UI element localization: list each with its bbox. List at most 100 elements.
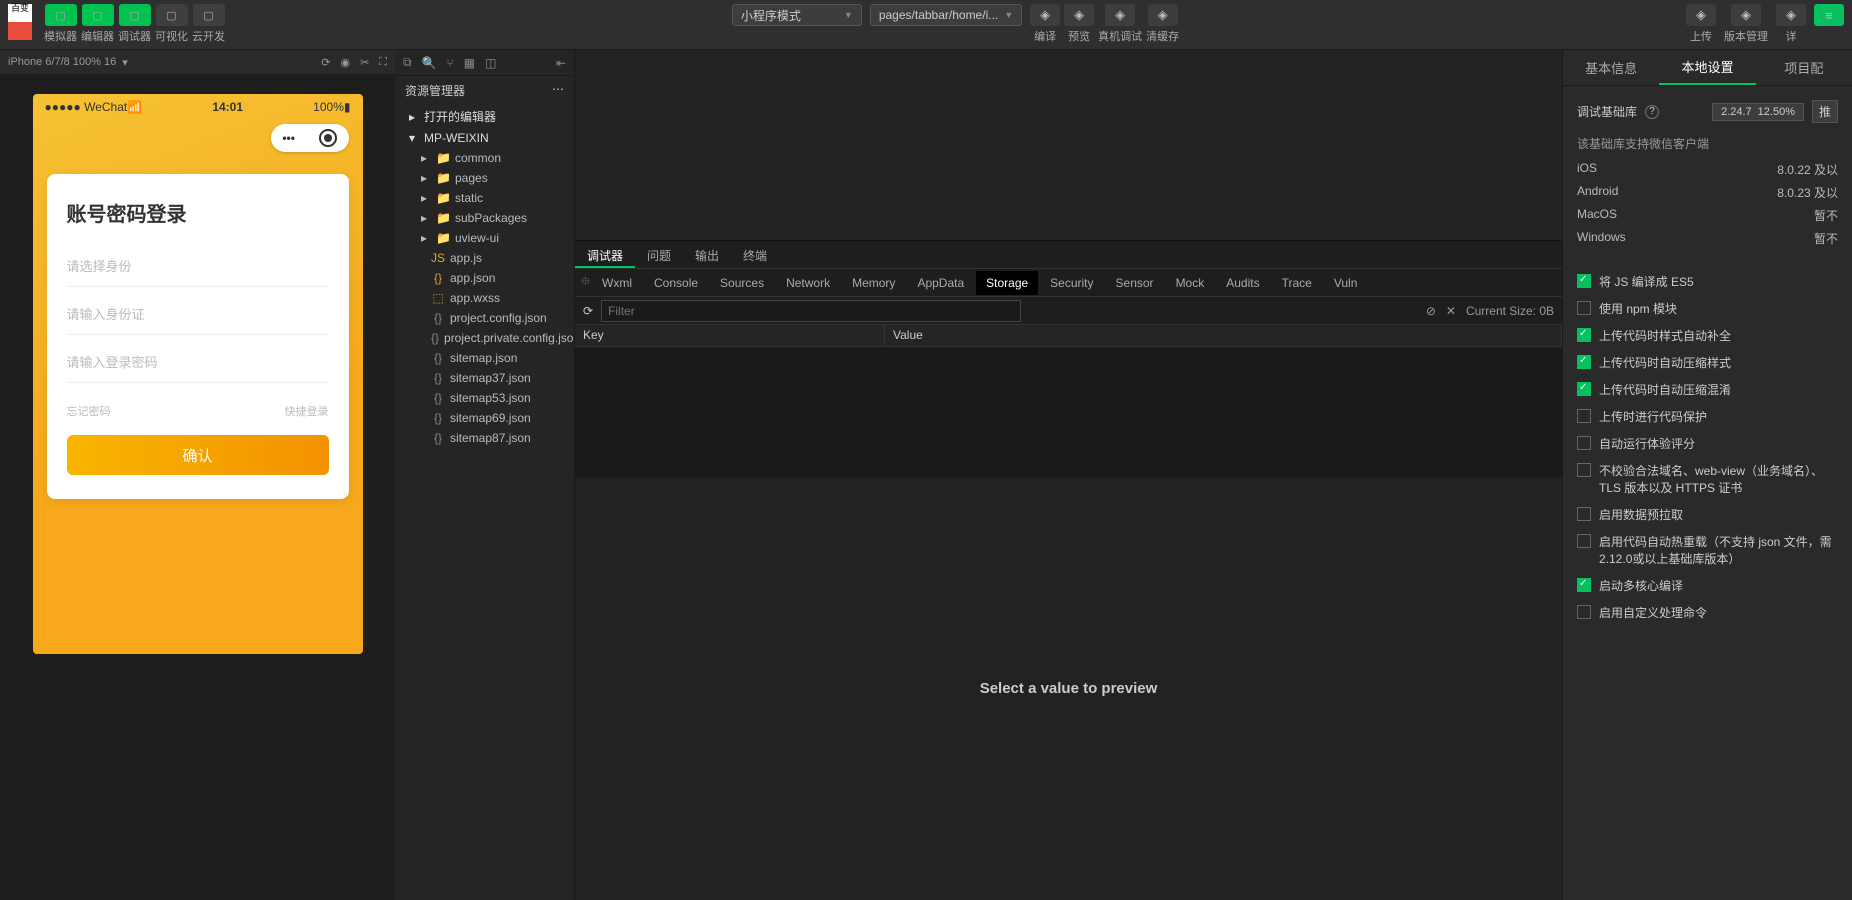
setting-checkbox-row[interactable]: 上传时进行代码保护 (1577, 403, 1838, 430)
devtools-tab-Memory[interactable]: Memory (842, 271, 905, 295)
setting-checkbox-row[interactable]: 上传代码时自动压缩混淆 (1577, 376, 1838, 403)
block-icon[interactable]: ⊘ (1426, 304, 1436, 318)
toolbar-真机调试-button[interactable]: ◈ 真机调试 (1098, 4, 1142, 44)
collapse-icon[interactable]: ⇤ (556, 56, 566, 70)
layout-icon[interactable]: ◫ (485, 56, 496, 70)
setting-checkbox-row[interactable]: 将 JS 编译成 ES5 (1577, 268, 1838, 295)
code-editor[interactable] (575, 50, 1562, 240)
toolbar-版本管理-button[interactable]: ◈ 版本管理 (1724, 4, 1768, 44)
debugger-tab-输出[interactable]: 输出 (683, 241, 731, 268)
debugger-tab-终端[interactable]: 终端 (731, 241, 779, 268)
settings-tab-基本信息[interactable]: 基本信息 (1563, 50, 1659, 85)
files-icon[interactable]: ⧉ (403, 55, 412, 70)
devtools-tab-Console[interactable]: Console (644, 271, 708, 295)
tree-file[interactable]: {}sitemap87.json (395, 428, 574, 448)
push-button[interactable]: 推 (1812, 100, 1838, 123)
cut-icon[interactable]: ✂ (360, 56, 369, 69)
value-header[interactable]: Value (885, 325, 1562, 346)
toolbar-上传-button[interactable]: ◈ 上传 (1686, 4, 1716, 44)
tree-section[interactable]: ▸打开的编辑器 (395, 105, 574, 128)
expand-icon[interactable]: ⛶ (379, 56, 387, 69)
tree-folder[interactable]: ▸📁subPackages (395, 208, 574, 228)
search-icon[interactable]: 🔍 (422, 56, 437, 70)
tree-file[interactable]: {}sitemap69.json (395, 408, 574, 428)
quick-login-link[interactable]: 快捷登录 (285, 403, 329, 419)
forgot-password-link[interactable]: 忘记密码 (67, 403, 111, 419)
wifi-icon: 📶 (127, 100, 142, 114)
toolbar-编译-button[interactable]: ◈ 编译 (1030, 4, 1060, 44)
setting-checkbox-row[interactable]: 上传代码时样式自动补全 (1577, 322, 1838, 349)
tree-file[interactable]: {}project.private.config.json (395, 328, 574, 348)
setting-checkbox-row[interactable]: 启动多核心编译 (1577, 572, 1838, 599)
storage-table-body[interactable] (575, 347, 1562, 477)
toolbar-清缓存-button[interactable]: ◈ 清缓存 (1146, 4, 1179, 44)
inspect-icon[interactable]: ⯐ (581, 272, 590, 293)
toolbar-模拟器-button[interactable]: ▢ 模拟器 (44, 4, 77, 44)
tree-file[interactable]: {}sitemap53.json (395, 388, 574, 408)
settings-tab-项目配[interactable]: 项目配 (1756, 50, 1852, 85)
devtools-tab-Sensor[interactable]: Sensor (1106, 271, 1164, 295)
devtools-tab-Sources[interactable]: Sources (710, 271, 774, 295)
toolbar-详-button[interactable]: ◈ 详 (1776, 4, 1806, 44)
debugger-tab-问题[interactable]: 问题 (635, 241, 683, 268)
tree-folder[interactable]: ▸📁uview-ui (395, 228, 574, 248)
toolbar-云开发-button[interactable]: ▢ 云开发 (192, 4, 225, 44)
password-input[interactable] (67, 343, 329, 383)
grid-icon[interactable]: ▦ (464, 56, 475, 70)
tree-file[interactable]: {}project.config.json (395, 308, 574, 328)
setting-checkbox-row[interactable]: 启用数据预拉取 (1577, 501, 1838, 528)
tree-section[interactable]: ▾MP-WEIXIN (395, 128, 574, 148)
tree-file[interactable]: JSapp.js (395, 248, 574, 268)
key-header[interactable]: Key (575, 325, 885, 346)
toolbar-调试器-button[interactable]: ▢ 调试器 (118, 4, 151, 44)
path-dropdown[interactable]: pages/tabbar/home/i...▼ (870, 4, 1022, 26)
device-selector[interactable]: iPhone 6/7/8 100% 16 (8, 56, 116, 68)
devtools-tab-Trace[interactable]: Trace (1272, 271, 1322, 295)
toolbar-预览-button[interactable]: ◈ 预览 (1064, 4, 1094, 44)
debug-lib-version-selector[interactable]: 2.24.712.50% (1712, 103, 1804, 121)
idcard-input[interactable] (67, 295, 329, 335)
tree-file[interactable]: ⬚app.wxss (395, 288, 574, 308)
identity-input[interactable] (67, 247, 329, 287)
battery-icon: ▮ (344, 100, 351, 114)
checkbox-icon (1577, 578, 1591, 592)
submit-button[interactable]: 确认 (67, 435, 329, 475)
setting-checkbox-row[interactable]: 启用代码自动热重载（不支持 json 文件，需 2.12.0或以上基础库版本） (1577, 528, 1838, 572)
tree-file[interactable]: {}sitemap.json (395, 348, 574, 368)
devtools-tab-Wxml[interactable]: Wxml (592, 271, 642, 295)
setting-checkbox-row[interactable]: 使用 npm 模块 (1577, 295, 1838, 322)
tree-folder[interactable]: ▸📁static (395, 188, 574, 208)
tree-folder[interactable]: ▸📁common (395, 148, 574, 168)
tree-file[interactable]: {}sitemap37.json (395, 368, 574, 388)
toolbar-可视化-button[interactable]: ▢ 可视化 (155, 4, 188, 44)
setting-checkbox-row[interactable]: 上传代码时自动压缩样式 (1577, 349, 1838, 376)
setting-checkbox-row[interactable]: 启用自定义处理命令 (1577, 599, 1838, 626)
setting-checkbox-row[interactable]: 不校验合法域名、web-view（业务域名）、TLS 版本以及 HTTPS 证书 (1577, 457, 1838, 501)
devtools-tab-Audits[interactable]: Audits (1216, 271, 1269, 295)
refresh-icon[interactable]: ⟳ (583, 304, 593, 318)
menu-button[interactable]: ≡ (1814, 4, 1844, 26)
devtools-tab-AppData[interactable]: AppData (907, 271, 974, 295)
settings-tab-本地设置[interactable]: 本地设置 (1659, 50, 1755, 85)
eye-icon: ◈ (1064, 4, 1094, 26)
storage-filter-input[interactable] (601, 300, 1021, 322)
devtools-tab-Network[interactable]: Network (776, 271, 840, 295)
tree-folder[interactable]: ▸📁pages (395, 168, 574, 188)
help-icon[interactable]: ? (1645, 105, 1659, 119)
devtools-tab-Mock[interactable]: Mock (1166, 271, 1215, 295)
branch-icon[interactable]: ⑂ (447, 56, 454, 70)
close-icon[interactable]: ✕ (1446, 304, 1456, 318)
toolbar-编辑器-button[interactable]: ▢ 编辑器 (81, 4, 114, 44)
tree-file[interactable]: {}app.json (395, 268, 574, 288)
mode-dropdown[interactable]: 小程序模式▼ (732, 4, 862, 26)
capsule-button[interactable]: ••• (271, 124, 349, 152)
debugger-tab-调试器[interactable]: 调试器 (575, 241, 635, 268)
setting-checkbox-row[interactable]: 自动运行体验评分 (1577, 430, 1838, 457)
more-icon[interactable]: ⋯ (552, 82, 564, 99)
devtools-tab-Storage[interactable]: Storage (976, 271, 1038, 295)
rotate-icon[interactable]: ⟳ (321, 56, 330, 69)
devtools-tab-Vuln[interactable]: Vuln (1324, 271, 1368, 295)
target-icon (319, 129, 337, 147)
devtools-tab-Security[interactable]: Security (1040, 271, 1103, 295)
record-icon[interactable]: ◉ (340, 56, 350, 69)
